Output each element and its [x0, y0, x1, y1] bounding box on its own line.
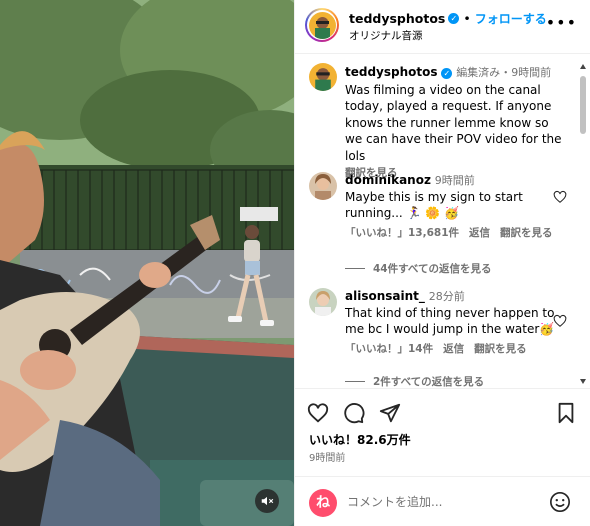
view-replies-link[interactable]: 2件すべての返信を見る: [345, 374, 484, 389]
likes-count[interactable]: いいね！82.6万件: [309, 431, 411, 448]
commenter-avatar-image: [309, 288, 337, 316]
comment-likes[interactable]: 「いいね！」14件: [345, 341, 433, 357]
audio-label[interactable]: オリジナル音源: [349, 28, 423, 43]
verified-badge-icon: ✓: [441, 68, 453, 79]
post-actions: いいね！82.6万件 9時間前: [295, 388, 590, 484]
comment-icon[interactable]: [343, 402, 365, 424]
caption-username[interactable]: teddysphotos: [345, 65, 438, 79]
comment-input[interactable]: [347, 492, 537, 512]
add-comment-bar: ね: [295, 476, 590, 526]
caption-text: Was filming a video on the canal today, …: [345, 82, 562, 163]
comment-time: 28分前: [428, 290, 465, 303]
reply-button[interactable]: 返信: [469, 225, 490, 241]
post-time[interactable]: 9時間前: [309, 449, 345, 464]
reply-button[interactable]: 返信: [443, 341, 464, 357]
commenter-avatar[interactable]: [309, 288, 337, 316]
post-side-panel: teddysphotos ✓ • フォローする オリジナル音源 ••• tedd…: [294, 0, 590, 526]
see-translation-link[interactable]: 翻訳を見る: [500, 225, 553, 241]
view-replies-label[interactable]: 2件すべての返信を見る: [373, 374, 484, 389]
separator-dot: •: [463, 11, 471, 26]
replies-line: [345, 268, 365, 269]
share-icon[interactable]: [379, 402, 401, 424]
verified-badge-icon: ✓: [448, 13, 460, 24]
caption-avatar-image: [309, 63, 337, 91]
comments-scrollbar[interactable]: [580, 64, 586, 384]
commenter-avatar[interactable]: [309, 172, 337, 200]
scroll-down-arrow[interactable]: [580, 379, 586, 384]
video-frame-illustration: [0, 0, 294, 526]
comment-time: 9時間前: [434, 174, 475, 187]
view-replies-label[interactable]: 44件すべての返信を見る: [373, 261, 491, 276]
scroll-up-arrow[interactable]: [580, 64, 586, 69]
heart-icon[interactable]: [307, 402, 329, 424]
commenter-username[interactable]: alisonsaint_: [345, 289, 425, 303]
comment-like-heart-icon[interactable]: [553, 190, 567, 204]
bookmark-icon[interactable]: [555, 402, 577, 424]
commenter-username[interactable]: dominikanoz: [345, 173, 431, 187]
commenter-avatar-image: [309, 172, 337, 200]
comment-like-heart-icon[interactable]: [553, 314, 567, 328]
view-replies-link[interactable]: 44件すべての返信を見る: [345, 261, 491, 276]
post-header: teddysphotos ✓ • フォローする オリジナル音源 •••: [295, 0, 590, 54]
scroll-thumb[interactable]: [580, 76, 586, 134]
mute-icon: [261, 496, 274, 506]
author-avatar[interactable]: [305, 8, 339, 42]
replies-line: [345, 381, 365, 382]
author-avatar-image: [308, 11, 336, 39]
separator: ・: [500, 66, 512, 79]
comment-text: Maybe this is my sign to start running..…: [345, 190, 523, 220]
caption-time: 9時間前: [511, 66, 552, 79]
more-options-icon[interactable]: •••: [546, 15, 577, 31]
follow-button[interactable]: フォローする: [475, 10, 547, 27]
comment-text: That kind of thing never happen to me bc…: [345, 306, 555, 336]
edited-label: 編集済み: [456, 66, 501, 79]
post-caption: teddysphotos ✓ 編集済み・9時間前 Was filming a v…: [345, 64, 567, 182]
comment-likes[interactable]: 「いいね！」13,681件: [345, 225, 459, 241]
emoji-icon[interactable]: [549, 491, 571, 513]
see-translation-link[interactable]: 翻訳を見る: [474, 341, 527, 357]
post-video[interactable]: [0, 0, 294, 526]
mute-button[interactable]: [255, 489, 279, 513]
author-username[interactable]: teddysphotos: [349, 11, 445, 26]
caption-author-avatar[interactable]: [309, 63, 337, 91]
current-user-avatar[interactable]: ね: [309, 489, 337, 517]
